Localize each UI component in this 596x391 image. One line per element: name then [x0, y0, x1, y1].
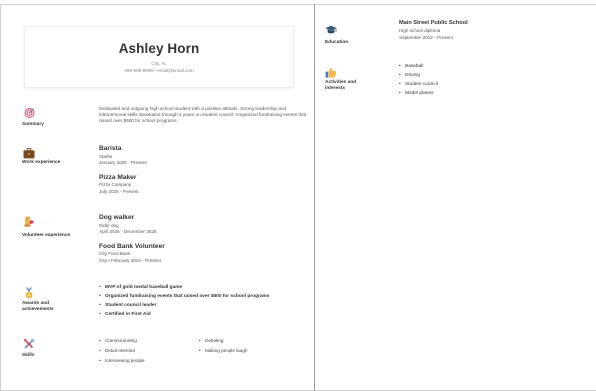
tools-icon	[23, 337, 35, 349]
skill-item: Debating	[199, 338, 223, 343]
job-dates: April 2025 - December 2025	[99, 229, 157, 235]
education-content: Main Street Public School High school di…	[399, 20, 589, 41]
job-dates: January 2026 - Present	[99, 160, 147, 166]
work-title: Work experience	[22, 160, 61, 165]
activity-item: Model planes	[399, 89, 589, 98]
activity-item: Baseball	[399, 62, 589, 71]
candidate-contact: 999-999-9999 • email@email.com	[124, 68, 194, 73]
skills-section: Skills Communicating Debating Detail-ori…	[22, 334, 304, 374]
skill-item: Interviewing people	[99, 358, 145, 363]
thumbs-up-icon	[325, 65, 337, 78]
award-item: Organized fundraising events that raised…	[99, 292, 307, 301]
activities-list: Baseball Driving Student council Model p…	[399, 62, 589, 99]
volunteer-section: Volunteer experience Dog walker Elder do…	[22, 211, 304, 273]
job-company: City Food Bank	[99, 251, 131, 257]
briefcase-icon	[23, 146, 35, 159]
award-item: Certified in First Aid	[99, 310, 307, 319]
left-page: Ashley Horn City, AL 999-999-9999 • emai…	[0, 4, 314, 391]
skill-item: Communicating	[99, 338, 137, 343]
skills-list: Communicating Debating Detail-oriented M…	[99, 338, 307, 378]
job-company: Pizza Company	[99, 182, 132, 188]
job-role: Pizza Maker	[99, 173, 137, 181]
school-degree: High school diploma	[399, 28, 441, 33]
job-role: Barista	[99, 145, 122, 152]
volunteer-hand-icon	[23, 214, 35, 227]
skill-item: Making people laugh	[199, 348, 247, 353]
education-title: Education	[325, 40, 349, 45]
candidate-location: City, AL	[151, 61, 167, 66]
activities-title: Activities and interests	[325, 80, 357, 92]
job-dates: July 2025 - Present	[99, 188, 139, 194]
summary-title: Summary	[22, 122, 44, 127]
activity-item: Student council	[399, 80, 589, 89]
school-name: Main Street Public School	[399, 20, 468, 26]
job-dates: City • February 2024 - Present	[99, 257, 161, 263]
awards-list: MVP of gold medal baseball game Organize…	[99, 283, 307, 320]
award-item: Student council leader	[99, 301, 307, 310]
awards-title: Awards and achievements	[22, 301, 54, 313]
resume-header: Ashley Horn City, AL 999-999-9999 • emai…	[24, 26, 294, 88]
right-page: Education Main Street Public School High…	[315, 4, 596, 391]
award-item: MVP of gold medal baseball game	[99, 283, 307, 292]
job-role: Food Bank Volunteer	[99, 242, 165, 250]
activities-content: Baseball Driving Student council Model p…	[399, 62, 589, 99]
target-icon	[24, 105, 36, 118]
work-job: Pizza Maker Pizza Company July 2025 - Pr…	[99, 174, 307, 196]
volunteer-job: Dog walker Elder dog April 2025 - Decemb…	[99, 214, 307, 236]
volunteer-title: Volunteer experience	[22, 233, 71, 238]
awards-section: Awards and achievements MVP of gold meda…	[22, 283, 304, 325]
medal-icon	[24, 286, 36, 299]
job-company: Starbs	[99, 153, 113, 159]
candidate-name: Ashley Horn	[118, 41, 200, 56]
work-job: Barista Starbs January 2026 - Present	[99, 145, 307, 167]
summary-text: Dedicated and outgoing high school stude…	[99, 106, 307, 124]
summary-section: Summary Dedicated and outgoing high scho…	[22, 100, 307, 136]
skill-item: Detail-oriented	[99, 348, 135, 353]
school-dates: September 2022 - Present	[399, 34, 453, 40]
graduation-cap-icon	[325, 22, 337, 34]
volunteer-job: Food Bank Volunteer City Food Bank City …	[99, 243, 307, 265]
work-section: Work experience Barista Starbs January 2…	[22, 142, 304, 204]
skills-title: Skills	[22, 353, 35, 358]
job-role: Dog walker	[99, 214, 135, 221]
job-company: Elder dog	[99, 222, 119, 228]
activity-item: Driving	[399, 71, 589, 80]
